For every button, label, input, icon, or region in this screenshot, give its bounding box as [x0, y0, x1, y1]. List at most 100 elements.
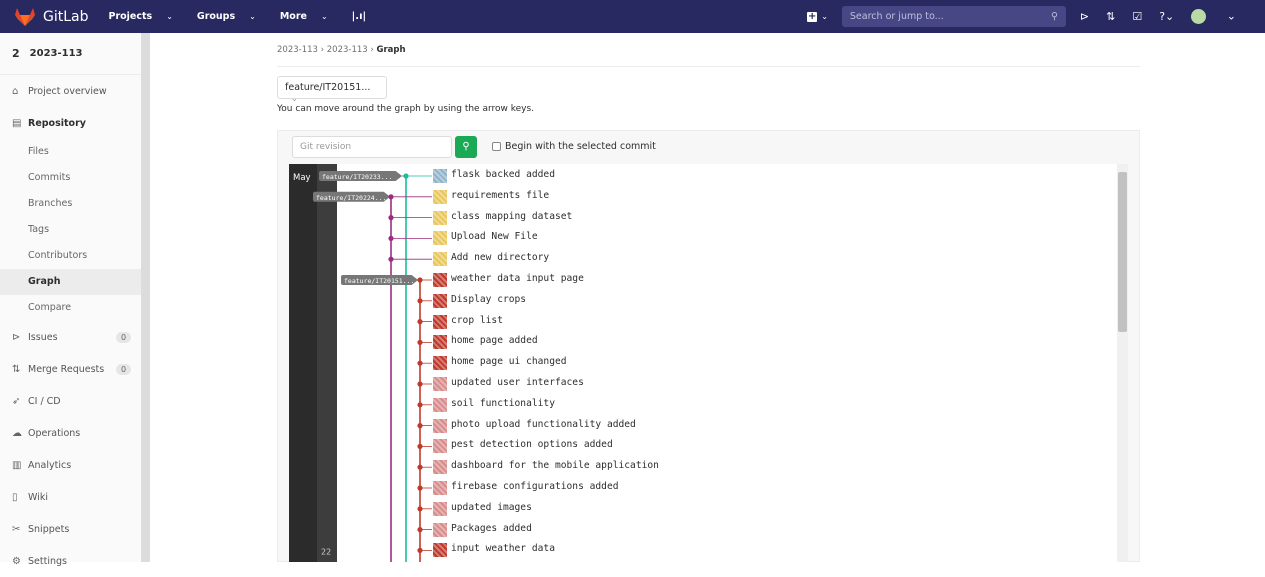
sidebar-item-operations[interactable]: ☁ Operations: [0, 417, 149, 449]
book-icon: ▤: [12, 117, 22, 129]
commit-message[interactable]: updated images: [451, 502, 532, 513]
day-label: 22: [321, 547, 331, 556]
sidebar-item-analytics[interactable]: ▥ Analytics: [0, 449, 149, 481]
commit-author-avatar: [433, 335, 447, 350]
sidebar-item-label: Analytics: [28, 459, 72, 471]
breadcrumb-current[interactable]: Graph: [377, 45, 406, 55]
activity-chart-icon[interactable]: |.ı|: [352, 11, 367, 22]
branch-selector[interactable]: feature/IT20151... ⌄: [277, 76, 387, 103]
commit-author-avatar: [433, 293, 447, 308]
month-column: [289, 164, 317, 562]
sidebar-item-label: Issues: [28, 331, 58, 343]
commit-message[interactable]: dashboard for the mobile application: [451, 460, 659, 471]
commit-author-avatar: [433, 522, 447, 537]
commit-author-avatar: [433, 169, 447, 183]
commit-author-avatar: [433, 314, 447, 329]
commit-message[interactable]: updated user interfaces: [451, 377, 584, 388]
sidebar-subitem-files[interactable]: Files: [0, 139, 141, 165]
sidebar-item-wiki[interactable]: ▯ Wiki: [0, 481, 149, 513]
commit-author-avatar: [433, 439, 447, 454]
chevron-down-icon: ⌄: [166, 12, 173, 21]
sidebar: 2 2023-113 ⌂ Project overview ▤ Reposito…: [0, 33, 150, 567]
commit-message[interactable]: crop list: [451, 315, 503, 326]
sidebar-item-merge-requests[interactable]: ⇅ Merge Requests 0: [0, 353, 149, 385]
chevron-down-icon: ⌄: [291, 94, 298, 103]
groups-menu[interactable]: Groups ⌄: [197, 11, 268, 22]
projects-menu[interactable]: Projects ⌄: [109, 11, 185, 22]
commit-message[interactable]: home page added: [451, 335, 538, 346]
sidebar-item-snippets[interactable]: ✂ Snippets: [0, 513, 149, 545]
todo-icon[interactable]: ☑: [1132, 10, 1142, 23]
plus-icon: +: [807, 10, 818, 22]
commit-message[interactable]: photo upload functionality added: [451, 419, 636, 430]
commit-author-avatar: [433, 460, 447, 475]
search-button[interactable]: ⚲: [455, 136, 477, 158]
merge-request-icon: ⇅: [12, 363, 21, 375]
count-badge: 0: [116, 363, 132, 375]
sidebar-subitem-compare[interactable]: Compare: [0, 295, 141, 321]
more-menu[interactable]: More ⌄: [280, 11, 340, 22]
gitlab-logo[interactable]: GitLab: [14, 7, 89, 27]
checkbox[interactable]: [492, 142, 501, 151]
commit-author-avatar: [433, 189, 447, 204]
project-header[interactable]: 2 2023-113: [0, 33, 149, 75]
commit-author-avatar: [433, 543, 447, 558]
new-item-dropdown[interactable]: + ⌄: [807, 10, 828, 22]
breadcrumb-group[interactable]: 2023-113: [277, 45, 318, 55]
commit-message[interactable]: weather data input page: [451, 273, 584, 284]
search-icon: ⚲: [462, 141, 470, 152]
git-revision-input[interactable]: Git revision: [292, 136, 452, 158]
sidebar-subitem-tags[interactable]: Tags: [0, 217, 141, 243]
commit-message[interactable]: input weather data: [451, 543, 555, 554]
commit-author-avatar: [433, 210, 447, 225]
commit-message[interactable]: pest detection options added: [451, 439, 613, 450]
chevron-down-icon: ⌄: [821, 12, 828, 21]
sidebar-item-project-overview[interactable]: ⌂ Project overview: [0, 75, 149, 107]
sidebar-subitem-commits[interactable]: Commits: [0, 165, 141, 191]
scrollbar-thumb[interactable]: [1118, 172, 1127, 332]
month-label: May: [293, 173, 311, 183]
commit-message[interactable]: Packages added: [451, 523, 532, 534]
sidebar-subitem-contributors[interactable]: Contributors: [0, 243, 141, 269]
branch-label: feature/IT20224...: [316, 194, 386, 202]
sidebar-item-label: Merge Requests: [28, 363, 105, 375]
home-icon: ⌂: [12, 85, 19, 97]
scissors-icon: ✂: [12, 523, 21, 535]
sidebar-subitem-graph[interactable]: Graph: [0, 269, 141, 295]
projects-menu-label: Projects: [108, 11, 153, 22]
sidebar-scrollbar[interactable]: [141, 33, 150, 562]
sidebar-item-settings[interactable]: ⚙ Settings: [0, 545, 149, 577]
commit-message[interactable]: Add new directory: [451, 252, 549, 263]
begin-with-commit-checkbox[interactable]: Begin with the selected commit: [492, 141, 656, 152]
day-column: [317, 164, 337, 562]
commit-message[interactable]: soil functionality: [451, 398, 555, 409]
sidebar-item-label: Wiki: [28, 491, 48, 503]
sidebar-item-label: CI / CD: [28, 395, 61, 407]
commit-message[interactable]: requirements file: [451, 190, 549, 201]
commit-message[interactable]: home page ui changed: [451, 356, 567, 367]
commit-message[interactable]: firebase configurations added: [451, 481, 619, 492]
commit-message[interactable]: Display crops: [451, 294, 526, 305]
app-name: GitLab: [43, 8, 89, 25]
issues-icon[interactable]: ⊳: [1080, 10, 1089, 23]
git-revision-placeholder: Git revision: [300, 142, 352, 152]
commit-author-avatar: [433, 418, 447, 433]
sidebar-item-issues[interactable]: ⊳ Issues 0: [0, 321, 149, 353]
user-avatar-menu[interactable]: ⌄: [1191, 9, 1236, 24]
sidebar-item-ci-cd[interactable]: ➶ CI / CD: [0, 385, 149, 417]
commit-message[interactable]: flask backed added: [451, 169, 555, 180]
commit-author-avatar: [433, 252, 447, 267]
commit-author-avatar: [433, 273, 447, 287]
commit-message[interactable]: Upload New File: [451, 231, 538, 242]
merge-request-icon[interactable]: ⇅: [1106, 10, 1115, 23]
sidebar-subitem-branches[interactable]: Branches: [0, 191, 141, 217]
commit-message[interactable]: class mapping dataset: [451, 211, 572, 222]
search-input[interactable]: Search or jump to... ⚲: [841, 6, 1066, 27]
help-icon[interactable]: ?⌄: [1159, 10, 1174, 23]
rocket-icon: ➶: [12, 395, 21, 407]
project-name: 2023-113: [29, 48, 83, 59]
sidebar-item-repository[interactable]: ▤ Repository: [0, 107, 149, 139]
network-graph-canvas[interactable]: May222feature/IT20233...feature/IT20224.…: [289, 164, 1117, 562]
graph-scrollbar[interactable]: [1117, 164, 1128, 562]
breadcrumb-project[interactable]: 2023-113: [327, 45, 368, 55]
